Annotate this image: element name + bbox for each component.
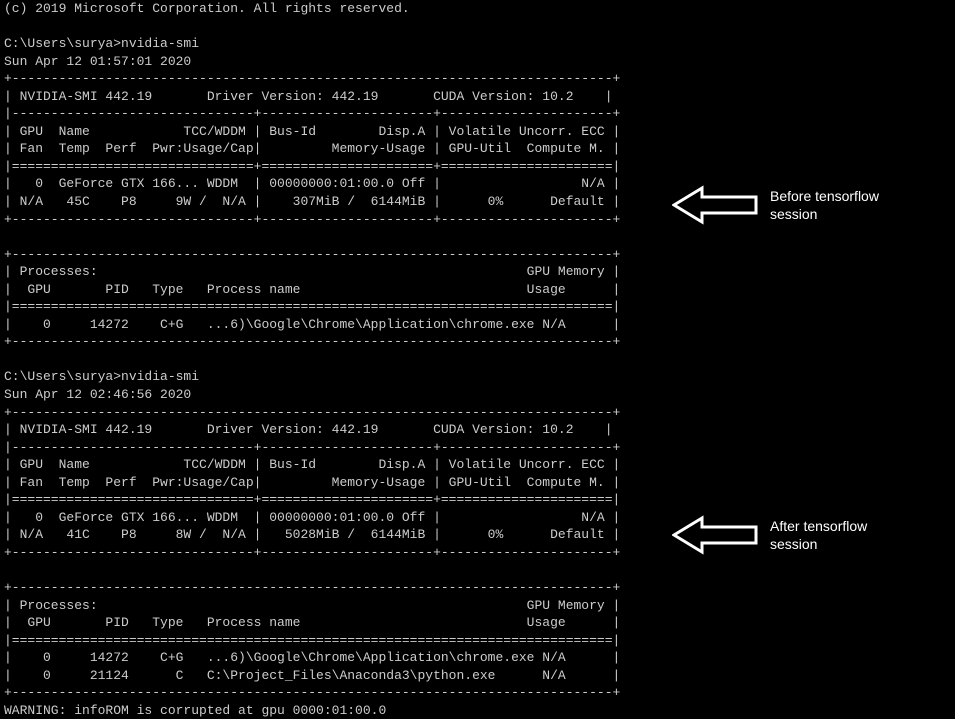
arrow-left-icon [672, 184, 758, 226]
annotation-before: Before tensorflow session [672, 184, 910, 226]
annotation-before-label: Before tensorflow session [770, 187, 910, 223]
arrow-left-icon [672, 514, 758, 556]
annotation-after-label: After tensorflow session [770, 517, 910, 553]
terminal-output: (c) 2019 Microsoft Corporation. All righ… [0, 0, 955, 719]
annotation-after: After tensorflow session [672, 514, 910, 556]
